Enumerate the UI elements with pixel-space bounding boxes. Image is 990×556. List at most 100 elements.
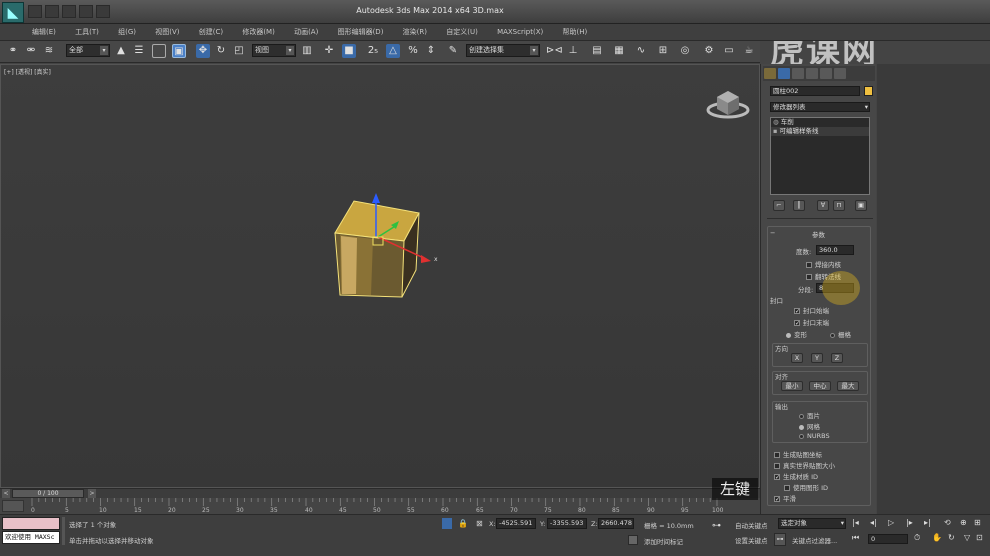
align-center-button[interactable]: 中心: [809, 381, 831, 391]
radio[interactable]: [786, 332, 791, 338]
degrees-field[interactable]: 360.0: [816, 245, 854, 255]
unlink-icon[interactable]: ⚮: [24, 44, 38, 58]
direction-z-button[interactable]: Z: [831, 353, 843, 363]
checkbox[interactable]: ✓: [774, 496, 780, 503]
slider-next-icon[interactable]: >: [88, 489, 96, 498]
render-production-icon[interactable]: ☕: [742, 44, 756, 58]
orbit-icon[interactable]: ↻: [948, 533, 960, 545]
absolute-mode-icon[interactable]: ⊠: [476, 518, 486, 529]
time-tag-icon[interactable]: [628, 535, 638, 545]
prev-frame-icon[interactable]: ◂|: [870, 518, 882, 529]
auto-key-button[interactable]: 自动关键点: [735, 520, 768, 530]
isolate-selection-icon[interactable]: [442, 518, 452, 529]
menu-modifiers[interactable]: 修改器(M): [242, 24, 275, 41]
slider-prev-icon[interactable]: <: [2, 489, 10, 498]
cap-start-checkbox[interactable]: ✓ 封口始端: [794, 305, 829, 315]
snap-toggle-icon[interactable]: 2₅: [366, 44, 380, 58]
remove-modifier-icon[interactable]: ⊓: [833, 200, 845, 211]
percent-snap-icon[interactable]: %: [406, 44, 420, 58]
goto-end-icon[interactable]: ▸|: [924, 518, 936, 529]
radio[interactable]: [799, 424, 804, 430]
save-file-icon[interactable]: [62, 5, 76, 18]
bind-spacewarp-icon[interactable]: ≋: [42, 44, 56, 58]
select-object-icon[interactable]: ▲: [114, 44, 128, 58]
redo-icon[interactable]: [96, 5, 110, 18]
menu-graph-editors[interactable]: 图形编辑器(D): [338, 24, 384, 41]
rect-region-icon[interactable]: [152, 44, 166, 58]
rendered-frame-icon[interactable]: ▭: [722, 44, 736, 58]
output-nurbs-radio[interactable]: NURBS: [799, 432, 830, 440]
object-color-swatch[interactable]: [864, 86, 873, 96]
pan-icon[interactable]: ✋: [932, 533, 944, 545]
layer-manager-icon[interactable]: ▤: [590, 44, 604, 58]
key-mode-icon[interactable]: ⟲: [944, 518, 956, 529]
selection-set-dropdown[interactable]: 选定对象 ▾: [778, 518, 846, 529]
modifier-stack-item-lathe[interactable]: ◍ 车削: [771, 118, 869, 127]
key-filters-button[interactable]: 关键点过滤器...: [792, 535, 837, 545]
track-bar[interactable]: 0 5 10 15 20 25 30 35 40 45 50 55 60 65 …: [0, 498, 760, 514]
menu-edit[interactable]: 编辑(E): [32, 24, 56, 41]
output-patch-radio[interactable]: 面片: [799, 410, 820, 420]
direction-x-button[interactable]: X: [791, 353, 803, 363]
named-selection-dropdown[interactable]: 创建选择集 ▾: [466, 44, 540, 57]
manipulate-icon[interactable]: ✛: [322, 44, 336, 58]
show-end-result-icon[interactable]: ┃: [793, 200, 805, 211]
direction-y-button[interactable]: Y: [811, 353, 823, 363]
menu-customize[interactable]: 自定义(U): [446, 24, 478, 41]
motion-tab-icon[interactable]: [806, 68, 818, 79]
rollout-title[interactable]: 参数: [812, 229, 825, 239]
menu-help[interactable]: 帮助(H): [562, 24, 587, 41]
align-icon[interactable]: ⊥: [566, 44, 580, 58]
weld-core-checkbox[interactable]: 焊接内核: [806, 259, 841, 269]
morph-radio[interactable]: 变形: [786, 329, 807, 339]
menu-tools[interactable]: 工具(T): [75, 24, 99, 41]
bulb-icon[interactable]: ◍: [773, 118, 779, 126]
track-bar-toggle-icon[interactable]: [2, 500, 24, 512]
menu-views[interactable]: 视图(V): [155, 24, 179, 41]
curve-editor-icon[interactable]: ∿: [634, 44, 648, 58]
perspective-viewport[interactable]: [+] [透视] [真实] x: [0, 64, 760, 488]
z-coordinate-field[interactable]: 2660.478: [598, 518, 634, 529]
checkbox[interactable]: [806, 262, 812, 268]
gen-matids-checkbox[interactable]: ✓ 生成材质 ID: [774, 471, 818, 481]
selection-lock-icon[interactable]: 🔒: [458, 518, 468, 529]
create-tab-icon[interactable]: [764, 68, 776, 79]
object-name-field[interactable]: 圆柱002: [770, 86, 860, 96]
pivot-center-icon[interactable]: ▥: [300, 44, 314, 58]
select-scale-icon[interactable]: ◰: [232, 44, 246, 58]
mirror-icon[interactable]: ⊳⊲: [546, 44, 563, 58]
link-icon[interactable]: ⚭: [6, 44, 20, 58]
fov-icon[interactable]: ▽: [964, 533, 976, 545]
rollout-collapse-icon[interactable]: −: [770, 229, 775, 237]
schematic-view-icon[interactable]: ⊞: [656, 44, 670, 58]
maximize-viewport-icon[interactable]: ⊡: [976, 533, 988, 545]
make-unique-icon[interactable]: ∀: [817, 200, 829, 211]
utilities-tab-icon[interactable]: [834, 68, 846, 79]
menu-animation[interactable]: 动画(A): [294, 24, 318, 41]
checkbox[interactable]: [774, 452, 780, 458]
render-setup-icon[interactable]: ⚙: [702, 44, 716, 58]
reference-coord-dropdown[interactable]: 视图 ▾: [252, 44, 296, 57]
box-object[interactable]: [334, 200, 420, 298]
next-frame-icon[interactable]: |▸: [906, 518, 918, 529]
frame-prev-icon[interactable]: ⏮: [852, 533, 864, 545]
grid-radio[interactable]: 栅格: [830, 329, 851, 339]
goto-start-icon[interactable]: |◂: [852, 518, 864, 529]
add-time-tag-label[interactable]: 添加时间标记: [644, 536, 683, 546]
radio[interactable]: [799, 433, 804, 439]
set-key-icon[interactable]: ⊶: [774, 533, 786, 546]
real-world-checkbox[interactable]: 真实世界贴图大小: [774, 460, 835, 470]
x-coordinate-field[interactable]: -4525.591: [496, 518, 536, 529]
use-shape-ids-checkbox[interactable]: 使用图形 ID: [784, 482, 828, 492]
time-slider[interactable]: < 0 / 100 >: [0, 488, 760, 498]
edit-named-selection-icon[interactable]: ✎: [446, 44, 460, 58]
key-icon[interactable]: ⊶: [712, 521, 728, 531]
material-editor-icon[interactable]: ◎: [678, 44, 692, 58]
gen-mapping-checkbox[interactable]: 生成贴图坐标: [774, 449, 822, 459]
y-coordinate-field[interactable]: -3355.593: [547, 518, 587, 529]
app-logo-icon[interactable]: ◣: [2, 2, 24, 23]
checkbox[interactable]: [806, 274, 812, 280]
modify-tab-icon[interactable]: [778, 68, 790, 79]
expand-icon[interactable]: ▪: [773, 127, 777, 135]
window-crossing-icon[interactable]: ▣: [172, 44, 186, 58]
